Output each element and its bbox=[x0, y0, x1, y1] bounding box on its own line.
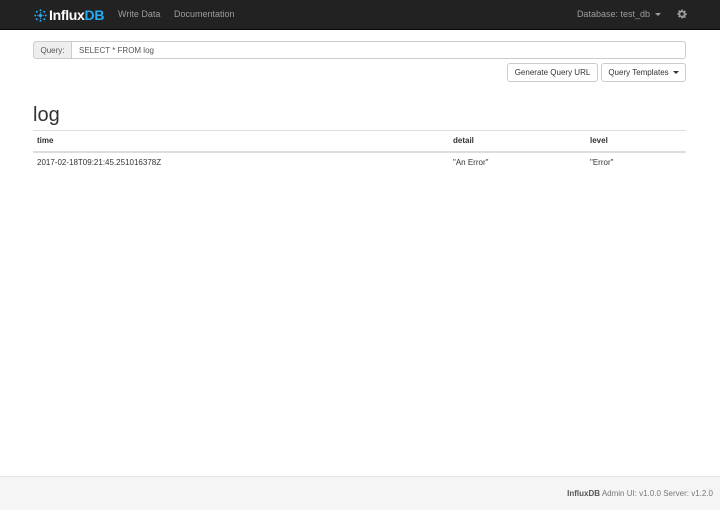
brand-name: Influx bbox=[49, 7, 85, 23]
cell-time: 2017-02-18T09:21:45.251016378Z bbox=[37, 157, 162, 167]
query-templates-label: Query Templates bbox=[608, 68, 669, 77]
query-label: Query: bbox=[33, 41, 72, 59]
navbar: Influx DB Write Data Documentation Databa… bbox=[0, 0, 720, 30]
database-dropdown-label: Database: test_db bbox=[576, 9, 650, 19]
brand-name-accent: DB bbox=[84, 7, 105, 23]
query-input[interactable] bbox=[72, 41, 686, 59]
column-header-level: level bbox=[586, 130, 686, 153]
query-input-group: Query: bbox=[33, 41, 686, 59]
footer: InfluxDB Admin UI: v1.0.0 Server: v1.2.0 bbox=[0, 476, 720, 510]
footer-version-info: InfluxDB Admin UI: v1.0.0 Server: v1.2.0 bbox=[567, 489, 713, 498]
nav-link-write-data[interactable]: Write Data bbox=[118, 9, 160, 19]
cell-level: "Error" bbox=[590, 157, 614, 167]
nav-link-documentation[interactable]: Documentation bbox=[174, 9, 235, 19]
cell-detail: "An Error" bbox=[453, 157, 489, 167]
brand-logo[interactable]: Influx DB bbox=[33, 6, 104, 24]
chevron-down-icon bbox=[655, 12, 661, 16]
generate-query-url-button[interactable]: Generate Query URL bbox=[507, 63, 598, 82]
result-series-title: log bbox=[33, 104, 60, 126]
database-dropdown[interactable]: Database: test_db bbox=[577, 9, 661, 19]
results-table: time detail level 2017-02-18T09:21:45.25… bbox=[33, 130, 686, 172]
chevron-down-icon bbox=[672, 71, 679, 74]
table-row: 2017-02-18T09:21:45.251016378Z "An Error… bbox=[33, 152, 686, 172]
influxdb-logo-icon bbox=[34, 8, 47, 22]
footer-version-text: Admin UI: v1.0.0 Server: v1.2.0 bbox=[601, 489, 713, 498]
table-header-row: time detail level bbox=[33, 130, 686, 153]
footer-brand: InfluxDB bbox=[567, 489, 601, 498]
column-header-time: time bbox=[33, 130, 449, 153]
gear-icon[interactable] bbox=[677, 9, 687, 19]
query-templates-button[interactable]: Query Templates bbox=[601, 63, 686, 82]
column-header-detail: detail bbox=[449, 130, 586, 153]
